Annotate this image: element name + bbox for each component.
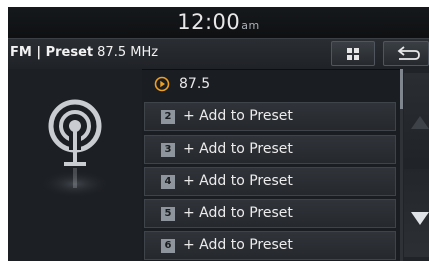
menu-button[interactable] bbox=[331, 41, 375, 66]
preset-label: + Add to Preset bbox=[183, 205, 293, 221]
clock-ampm: am bbox=[241, 19, 260, 32]
current-frequency: 87.5 bbox=[179, 76, 211, 92]
preset-number: 2 bbox=[161, 110, 175, 124]
play-circle-icon bbox=[154, 76, 170, 92]
arrow-down-icon bbox=[411, 212, 429, 225]
grid-menu-icon bbox=[347, 48, 359, 60]
preset-row-4[interactable]: 4 + Add to Preset bbox=[144, 167, 396, 196]
radio-antenna-icon bbox=[39, 99, 111, 198]
page-title: FM | Preset 87.5 MHz bbox=[10, 45, 158, 60]
preset-label: + Add to Preset bbox=[183, 173, 293, 189]
header-frequency: 87.5 MHz bbox=[97, 45, 159, 60]
scrollbar[interactable] bbox=[400, 69, 403, 261]
return-arrow-icon bbox=[397, 46, 420, 60]
preset-row-6[interactable]: 6 + Add to Preset bbox=[144, 231, 396, 260]
header-bar: FM | Preset 87.5 MHz bbox=[8, 38, 429, 70]
scrollbar-thumb[interactable] bbox=[400, 69, 403, 109]
preset-number: 6 bbox=[161, 239, 175, 253]
preset-number: 3 bbox=[161, 143, 175, 157]
preset-list: 87.5 2 + Add to Preset 3 + Add to Preset… bbox=[142, 69, 400, 261]
preset-row-5[interactable]: 5 + Add to Preset bbox=[144, 199, 396, 228]
preset-row-2[interactable]: 2 + Add to Preset bbox=[144, 102, 396, 131]
current-station-row[interactable]: 87.5 bbox=[144, 71, 396, 99]
scroll-panel bbox=[400, 69, 429, 261]
preset-label: + Add to Preset bbox=[183, 237, 293, 253]
source-label: FM | Preset bbox=[10, 45, 94, 60]
clock-time: 12:00 bbox=[177, 10, 241, 34]
arrow-up-icon bbox=[411, 116, 429, 129]
scroll-up-button[interactable] bbox=[404, 73, 429, 163]
back-button[interactable] bbox=[383, 41, 429, 66]
preset-number: 5 bbox=[161, 207, 175, 221]
station-art-panel bbox=[8, 69, 142, 261]
scroll-down-button[interactable] bbox=[404, 169, 429, 257]
preset-number: 4 bbox=[161, 175, 175, 189]
preset-label: + Add to Preset bbox=[183, 108, 293, 124]
preset-label: + Add to Preset bbox=[183, 141, 293, 157]
preset-row-3[interactable]: 3 + Add to Preset bbox=[144, 135, 396, 164]
clock: 12:00am bbox=[177, 10, 260, 34]
radio-screen: 12:00am FM | Preset 87.5 MHz 87.5 2 + Ad… bbox=[8, 7, 429, 261]
status-bar: 12:00am bbox=[8, 7, 429, 38]
